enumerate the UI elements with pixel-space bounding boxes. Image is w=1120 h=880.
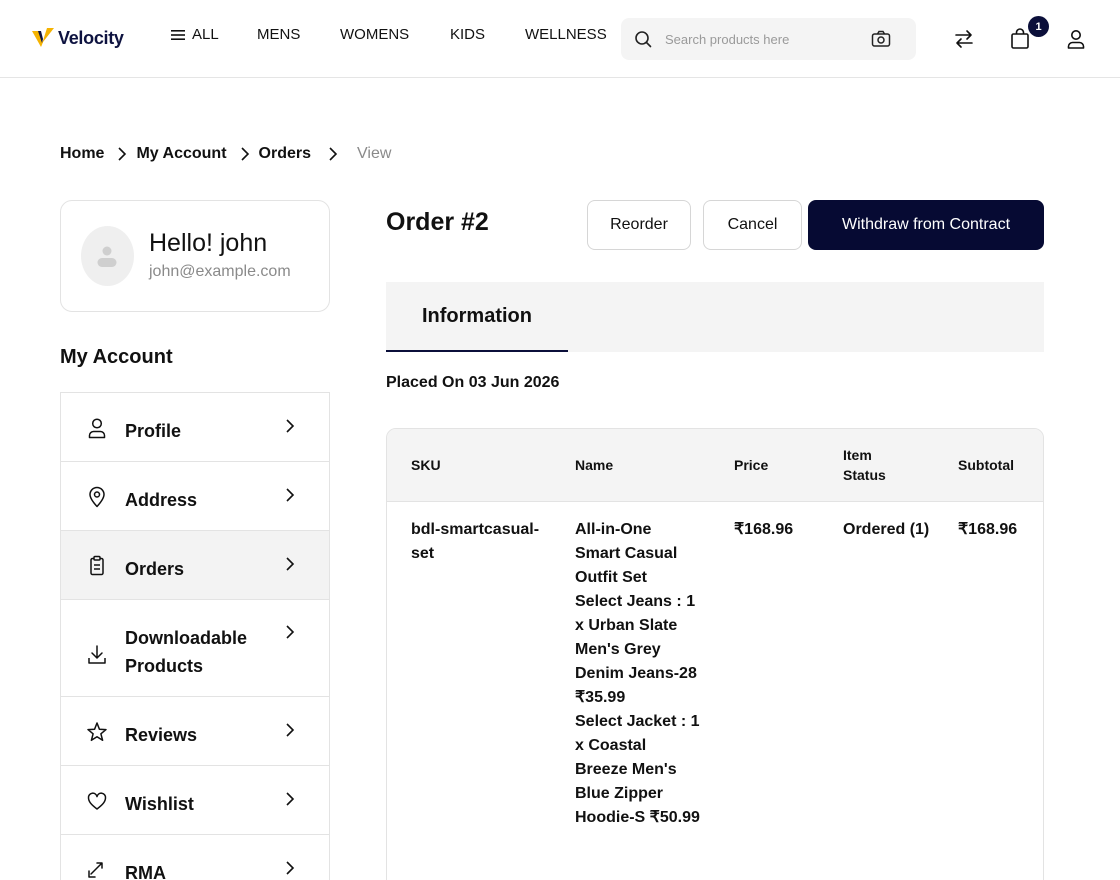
sidebar-title: My Account xyxy=(60,346,173,368)
chevron-right-icon xyxy=(286,861,295,875)
nav-all-label: ALL xyxy=(192,26,219,43)
breadcrumb-orders[interactable]: Orders xyxy=(259,145,311,163)
order-items-table: SKU Name Price Item Status Subtotal bdl-… xyxy=(386,428,1044,880)
breadcrumb-home[interactable]: Home xyxy=(60,145,104,163)
sidebar-item-label-line1: Downloadable xyxy=(125,628,248,648)
avatar xyxy=(81,226,134,286)
breadcrumb: Home My Account Orders View xyxy=(60,145,391,163)
chevron-right-icon xyxy=(328,147,338,161)
brand-name: Velocity xyxy=(58,27,124,48)
search-input[interactable] xyxy=(665,29,855,49)
sidebar-item-profile[interactable]: Profile xyxy=(61,393,329,462)
sidebar-item-label: Address xyxy=(125,490,198,510)
product-name: All-in-One Smart Casual Outfit Set xyxy=(575,521,678,586)
velocity-logo-icon xyxy=(32,28,54,47)
chevron-right-icon xyxy=(286,419,295,433)
hamburger-menu-icon xyxy=(171,29,185,40)
chevron-right-icon xyxy=(286,625,295,639)
nav-wellness[interactable]: WELLNESS xyxy=(525,26,607,43)
sidebar-item-reviews[interactable]: Reviews xyxy=(61,697,329,766)
sidebar-item-label: Profile xyxy=(125,421,182,441)
sidebar-item-orders[interactable]: Orders xyxy=(61,531,329,600)
chevron-right-icon xyxy=(117,147,127,161)
cell-subtotal: ₹168.96 xyxy=(958,521,1018,538)
nav-womens[interactable]: WOMENS xyxy=(340,26,409,43)
breadcrumb-my-account[interactable]: My Account xyxy=(136,145,226,163)
order-tabs: Information xyxy=(386,282,1044,352)
search-icon[interactable] xyxy=(634,30,652,48)
heart-icon xyxy=(87,792,107,810)
chevron-right-icon xyxy=(286,792,295,806)
sidebar-item-label: Orders xyxy=(125,559,185,579)
chevron-right-icon xyxy=(286,723,295,737)
greeting: Hello! john xyxy=(149,229,268,257)
user-email: john@example.com xyxy=(149,263,291,280)
sidebar-item-wishlist[interactable]: Wishlist xyxy=(61,766,329,835)
column-header-item-status: Item Status xyxy=(843,447,886,483)
column-header-sku: SKU xyxy=(411,457,441,473)
column-header-subtotal: Subtotal xyxy=(958,457,1014,473)
cancel-button[interactable]: Cancel xyxy=(703,200,802,250)
order-title: Order #2 xyxy=(386,208,489,236)
tab-information[interactable]: Information xyxy=(386,282,568,352)
cell-item-status: Ordered (1) xyxy=(843,521,930,538)
sidebar-item-label: Downloadable Products xyxy=(125,624,247,680)
sidebar-item-downloadable-products[interactable]: Downloadable Products xyxy=(61,600,329,697)
cell-name: All-in-One Smart Casual Outfit Set Selec… xyxy=(575,518,700,830)
sidebar-item-label: Reviews xyxy=(125,725,198,745)
download-icon xyxy=(88,645,106,664)
chevron-right-icon xyxy=(240,147,250,161)
option-label: Select Jacket : xyxy=(575,713,687,730)
reorder-button[interactable]: Reorder xyxy=(587,200,691,250)
chevron-right-icon xyxy=(286,488,295,502)
shopping-bag-icon[interactable] xyxy=(1009,28,1031,50)
location-pin-icon xyxy=(89,486,105,508)
compare-arrows-icon[interactable] xyxy=(953,28,975,50)
clipboard-icon xyxy=(90,555,104,576)
profile-card: Hello! john john@example.com xyxy=(60,200,330,312)
cart-count-badge: 1 xyxy=(1028,16,1049,37)
account-icon[interactable] xyxy=(1065,28,1087,50)
breadcrumb-current: View xyxy=(357,145,392,162)
chevron-right-icon xyxy=(286,557,295,571)
column-header-price: Price xyxy=(734,457,769,473)
site-header: Velocity ALL MENS WOMENS KIDS WELLNESS 1 xyxy=(0,0,1120,78)
star-icon xyxy=(87,722,107,742)
column-header-name: Name xyxy=(575,457,614,473)
table-header: SKU Name Price Item Status Subtotal xyxy=(387,429,1043,502)
nav-all[interactable]: ALL xyxy=(170,26,219,43)
option-label: Select Jeans : xyxy=(575,593,682,610)
sidebar-item-label: RMA xyxy=(125,863,166,880)
withdraw-from-contract-button[interactable]: Withdraw from Contract xyxy=(808,200,1044,250)
search-bar xyxy=(621,18,916,60)
nav-kids[interactable]: KIDS xyxy=(450,26,485,43)
sidebar-item-label-line2: Products xyxy=(125,656,204,676)
user-icon xyxy=(88,418,106,439)
cell-price: ₹168.96 xyxy=(734,521,794,538)
nav-mens[interactable]: MENS xyxy=(257,26,300,43)
avatar-placeholder-icon xyxy=(97,246,117,267)
placed-on-date: Placed On 03 Jun 2026 xyxy=(386,374,560,391)
account-menu: Profile Address Orders Downloadable Prod… xyxy=(60,392,330,880)
exchange-icon xyxy=(88,862,103,878)
camera-icon[interactable] xyxy=(871,29,891,49)
brand-logo[interactable]: Velocity xyxy=(32,25,124,51)
sidebar-item-rma[interactable]: RMA xyxy=(61,835,329,880)
cell-sku: bdl-smartcasual-set xyxy=(411,521,540,562)
sidebar-item-label: Wishlist xyxy=(125,794,194,814)
sidebar-item-address[interactable]: Address xyxy=(61,462,329,531)
